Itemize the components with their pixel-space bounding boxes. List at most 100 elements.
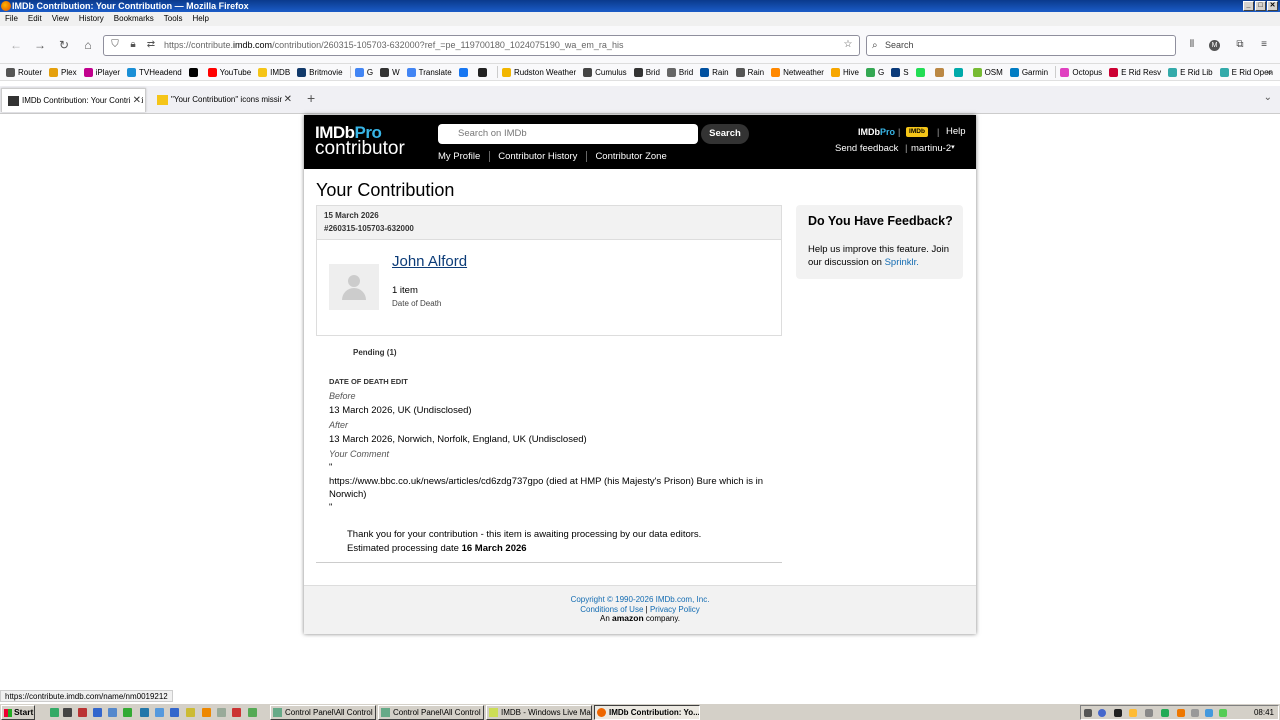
quicklaunch-icon[interactable] <box>155 708 164 717</box>
imdb-search-input[interactable]: Search on IMDb <box>438 124 698 144</box>
bookmark-item[interactable]: Translate <box>406 67 452 77</box>
bookmark-item[interactable] <box>953 67 966 77</box>
tab-pending[interactable]: Pending (1) <box>353 348 397 357</box>
tray-icon[interactable] <box>1114 709 1122 717</box>
bookmark-item[interactable]: OSM <box>972 67 1003 77</box>
minimize-button[interactable]: _ <box>1243 1 1254 11</box>
bookmark-item[interactable]: G <box>354 67 373 77</box>
quicklaunch-icon[interactable] <box>186 708 195 717</box>
bookmark-item[interactable]: Garmin <box>1009 67 1048 77</box>
bookmark-item[interactable]: IMDB <box>258 67 290 77</box>
quicklaunch-icon[interactable] <box>248 708 257 717</box>
send-feedback-link[interactable]: Send feedback <box>835 143 898 154</box>
volume-icon[interactable] <box>1191 709 1199 717</box>
tray-icon[interactable] <box>1219 709 1227 717</box>
person-name-link[interactable]: John Alford <box>392 253 467 270</box>
tray-icon[interactable] <box>1161 709 1169 717</box>
bookmark-item[interactable]: Hive <box>830 67 859 77</box>
amazon-logo[interactable]: amazon <box>612 613 644 623</box>
quicklaunch-icon[interactable] <box>202 708 211 717</box>
bookmark-star-icon[interactable]: ☆ <box>842 39 854 51</box>
close-button[interactable]: ✕ <box>1267 1 1278 11</box>
quicklaunch-icon[interactable] <box>63 708 72 717</box>
imdb-search-button[interactable]: Search <box>701 124 749 144</box>
copyright-link[interactable]: Copyright © 1990-2026 IMDb.com, Inc. <box>571 595 710 604</box>
quicklaunch-icon[interactable] <box>108 708 117 717</box>
imdb-badge[interactable]: IMDb <box>906 127 928 137</box>
url-bar[interactable]: ⛉ 🔒︎ ⇄ https://contribute.imdb.com/contr… <box>103 35 860 56</box>
tray-icon[interactable] <box>1205 709 1213 717</box>
menu-edit[interactable]: Edit <box>23 12 47 26</box>
bookmark-item[interactable]: Plex <box>49 67 77 77</box>
user-menu[interactable]: martinu-2▾ <box>911 143 955 154</box>
bookmark-item[interactable] <box>477 67 490 77</box>
back-arrow-icon[interactable]: ← <box>8 37 24 53</box>
maximize-button[interactable]: □ <box>1255 1 1266 11</box>
bookmark-item[interactable]: Octopus <box>1060 67 1102 77</box>
bookmark-item[interactable]: W <box>380 67 400 77</box>
quicklaunch-icon[interactable] <box>93 708 102 717</box>
reload-icon[interactable]: ↻ <box>56 37 72 53</box>
quicklaunch-icon[interactable] <box>232 708 241 717</box>
bookmark-item[interactable]: YouTube <box>207 67 251 77</box>
bookmark-item[interactable]: E Rid Open <box>1219 67 1273 77</box>
bookmark-item[interactable]: Netweather <box>771 67 824 77</box>
bookmark-item[interactable]: G <box>866 67 884 77</box>
quicklaunch-icon[interactable] <box>123 708 132 717</box>
account-icon[interactable]: M <box>1209 40 1220 51</box>
bookmark-item[interactable] <box>188 67 201 77</box>
start-button[interactable]: Start <box>1 705 35 720</box>
bookmark-item[interactable]: iPlayer <box>83 67 120 77</box>
forward-arrow-icon[interactable]: → <box>32 37 48 53</box>
bookmarks-overflow-icon[interactable]: » <box>1266 67 1272 78</box>
nav-my-profile[interactable]: My Profile <box>438 151 491 162</box>
tab-imdb-contribution[interactable]: IMDb Contribution: Your Contributi ✕ <box>1 88 146 112</box>
shield-icon[interactable]: ⛉ <box>109 39 121 51</box>
bookmark-item[interactable] <box>458 67 471 77</box>
taskbar-control-panel-1[interactable]: Control Panel\All Control ... <box>270 705 376 720</box>
tray-icon[interactable] <box>1084 709 1092 717</box>
nav-contributor-zone[interactable]: Contributor Zone <box>595 151 675 162</box>
nav-contributor-history[interactable]: Contributor History <box>498 151 588 162</box>
tab-icons-missing[interactable]: "Your Contribution" icons missing | ✕ <box>151 88 296 112</box>
help-link[interactable]: Help <box>946 126 966 137</box>
menu-file[interactable]: File <box>0 12 23 26</box>
quicklaunch-icon[interactable] <box>217 708 226 717</box>
menu-history[interactable]: History <box>74 12 109 26</box>
library-icon[interactable]: ⫴ <box>1185 38 1199 52</box>
quicklaunch-icon[interactable] <box>50 708 59 717</box>
menu-view[interactable]: View <box>47 12 74 26</box>
browser-search-input[interactable]: ⌕ Search <box>866 35 1176 56</box>
taskbar-firefox[interactable]: IMDb Contribution: Yo... <box>594 705 700 720</box>
bookmark-item[interactable]: Rain <box>700 67 729 77</box>
new-tab-button[interactable]: + <box>307 90 315 106</box>
tab-list-chevron-icon[interactable]: ⌄ <box>1264 92 1272 103</box>
menu-tools[interactable]: Tools <box>159 12 188 26</box>
home-icon[interactable]: ⌂ <box>80 37 96 53</box>
bookmark-item[interactable]: E Rid Resv <box>1109 67 1161 77</box>
bookmark-item[interactable]: Brid <box>666 67 693 77</box>
quicklaunch-icon[interactable] <box>140 708 149 717</box>
bookmark-item[interactable]: Router <box>6 67 42 77</box>
tab-close-icon[interactable]: ✕ <box>281 88 292 112</box>
tab-close-icon[interactable]: ✕ <box>130 89 141 112</box>
sprinklr-link[interactable]: Sprinklr. <box>885 257 919 268</box>
quicklaunch-icon[interactable] <box>78 708 87 717</box>
imdbpro-badge[interactable]: IMDbPro <box>858 127 895 137</box>
contributor-logo[interactable]: contributor <box>315 139 405 159</box>
bookmark-item[interactable] <box>915 67 928 77</box>
menu-bookmarks[interactable]: Bookmarks <box>109 12 159 26</box>
menu-help[interactable]: Help <box>187 12 213 26</box>
permissions-icon[interactable]: ⇄ <box>145 39 157 51</box>
bookmark-item[interactable]: Brid <box>633 67 660 77</box>
bookmark-item[interactable]: Rain <box>735 67 764 77</box>
taskbar-control-panel-2[interactable]: Control Panel\All Control ... <box>378 705 484 720</box>
tray-icon[interactable] <box>1145 709 1153 717</box>
bookmark-item[interactable]: S <box>891 67 909 77</box>
bookmark-item[interactable]: E Rid Lib <box>1168 67 1213 77</box>
bookmark-item[interactable]: TVHeadend <box>127 67 182 77</box>
bookmark-item[interactable]: Cumulus <box>583 67 627 77</box>
tray-icon[interactable] <box>1098 709 1106 717</box>
lock-icon[interactable]: 🔒︎ <box>127 39 139 51</box>
taskbar-windows-live-mail[interactable]: IMDB - Windows Live Mail <box>486 705 592 720</box>
